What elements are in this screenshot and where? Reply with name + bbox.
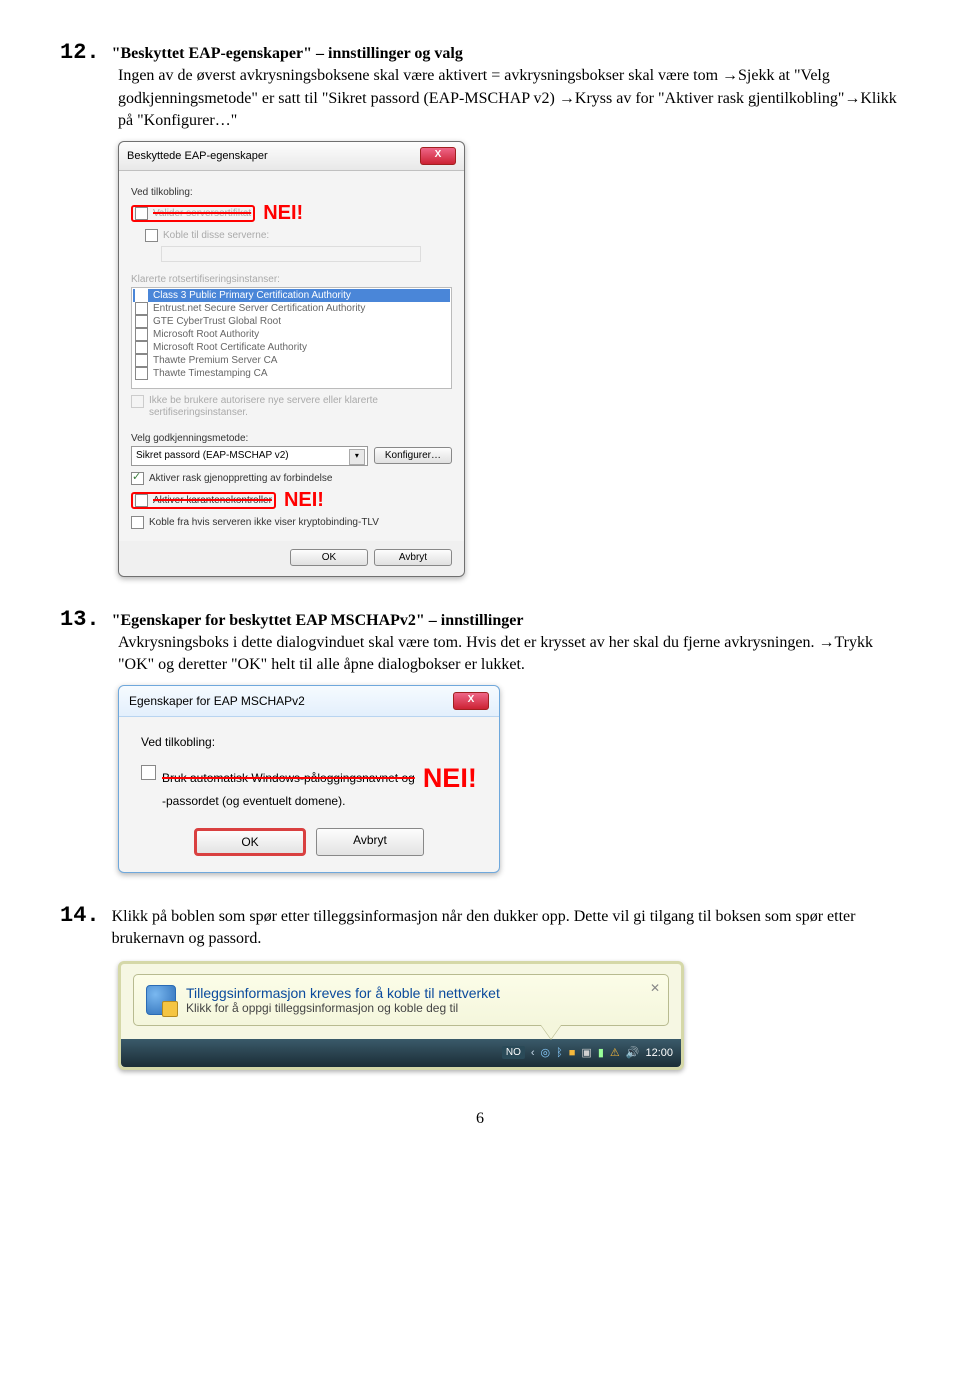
language-indicator[interactable]: NO xyxy=(502,1046,525,1059)
configure-button[interactable]: Konfigurer… xyxy=(374,447,452,464)
step-13-title: "Egenskaper for beskyttet EAP MSCHAPv2" … xyxy=(112,612,524,629)
nei-callout-2: NEI! xyxy=(284,489,324,512)
list-item: Microsoft Root Certificate Authority xyxy=(133,341,450,354)
notification-area: ✕ Tilleggsinformasjon kreves for å koble… xyxy=(118,961,684,1070)
auto-logon-label-line1: Bruk automatisk Windows-påloggingsnavnet… xyxy=(162,771,415,785)
network-icon[interactable]: ◎ xyxy=(541,1046,551,1060)
dialog2-title: Egenskaper for EAP MSCHAPv2 xyxy=(129,694,305,708)
volume-icon[interactable]: 🔊 xyxy=(626,1046,640,1060)
list-item: Thawte Premium Server CA xyxy=(133,354,450,367)
nei-callout-1: NEI! xyxy=(263,202,303,225)
taskbar: NO ‹ ◎ ᛒ ■ ▣ ▮ ⚠ 🔊 12:00 xyxy=(121,1039,681,1067)
dialog1-titlebar: Beskyttede EAP-egenskaper X xyxy=(119,142,464,171)
trusted-root-listbox[interactable]: Class 3 Public Primary Certification Aut… xyxy=(131,287,452,389)
wireless-icon[interactable]: ⚠ xyxy=(610,1046,620,1060)
page-number: 6 xyxy=(60,1110,900,1128)
dialog-mschapv2-properties: Egenskaper for EAP MSCHAPv2 X Ved tilkob… xyxy=(118,685,500,873)
quarantine-checkbox[interactable] xyxy=(135,494,148,507)
quarantine-label: Aktiver karantenekontroller xyxy=(153,495,272,506)
auto-windows-logon-checkbox[interactable] xyxy=(141,765,156,780)
cancel-button[interactable]: Avbryt xyxy=(316,828,424,856)
dialog-eap-properties: Beskyttede EAP-egenskaper X Ved tilkobli… xyxy=(118,141,465,577)
trusted-root-label: Klarerte rotsertifiseringsinstanser: xyxy=(131,274,452,285)
close-icon[interactable]: X xyxy=(420,147,456,165)
step-14-body: Klikk på boblen som spør etter tilleggsi… xyxy=(112,906,900,951)
dialog1-title: Beskyttede EAP-egenskaper xyxy=(127,150,268,162)
tray-icon[interactable]: ■ xyxy=(569,1046,576,1060)
dont-prompt-label: Ikke be brukere autorisere nye servere e… xyxy=(149,395,452,419)
cancel-button[interactable]: Avbryt xyxy=(374,549,452,566)
list-item: GTE CyberTrust Global Root xyxy=(133,315,450,328)
fast-reconnect-checkbox[interactable] xyxy=(131,472,144,485)
step-14: 14. Klikk på boblen som spør etter tille… xyxy=(60,903,900,1070)
cryptobinding-label: Koble fra hvis serveren ikke viser krypt… xyxy=(149,517,379,528)
validate-cert-label: Valider serversertifikat xyxy=(153,208,251,219)
auth-method-label: Velg godkjenningsmetode: xyxy=(131,433,452,444)
chevron-down-icon: ▾ xyxy=(349,449,365,465)
connect-servers-label: Koble til disse serverne: xyxy=(163,230,269,241)
list-item: Microsoft Root Authority xyxy=(133,328,450,341)
list-item: Class 3 Public Primary Certification Aut… xyxy=(133,289,450,302)
close-icon[interactable]: X xyxy=(453,692,489,710)
auto-logon-label-line2: -passordet (og eventuelt domene). xyxy=(162,794,477,808)
auth-method-dropdown[interactable]: Sikret passord (EAP-MSCHAP v2) ▾ xyxy=(131,446,368,466)
dont-prompt-checkbox[interactable] xyxy=(131,395,144,408)
ved-tilkobling-label: Ved tilkobling: xyxy=(131,187,452,198)
step-13: 13. "Egenskaper for beskyttet EAP MSCHAP… xyxy=(60,607,900,873)
step-number-14: 14. xyxy=(60,903,100,928)
balloon-tail xyxy=(541,1025,561,1039)
clock[interactable]: 12:00 xyxy=(645,1047,673,1059)
cryptobinding-checkbox[interactable] xyxy=(131,516,144,529)
balloon-subtitle: Klikk for å oppgi tilleggsinformasjon og… xyxy=(186,1001,500,1015)
validate-cert-checkbox[interactable] xyxy=(135,207,148,220)
ok-button[interactable]: OK xyxy=(194,828,306,856)
ved-tilkobling-label-2: Ved tilkobling: xyxy=(141,735,477,749)
battery-icon[interactable]: ▮ xyxy=(598,1046,604,1060)
bluetooth-icon[interactable]: ᛒ xyxy=(556,1046,563,1060)
notification-balloon[interactable]: ✕ Tilleggsinformasjon kreves for å koble… xyxy=(133,974,669,1026)
step-12-body: Ingen av de øverst avkrysningsboksene sk… xyxy=(118,65,900,132)
dialog2-titlebar: Egenskaper for EAP MSCHAPv2 X xyxy=(119,686,499,717)
servers-input[interactable] xyxy=(161,246,421,262)
step-13-body: Avkrysningsboks i dette dialogvinduet sk… xyxy=(118,632,900,677)
step-12: 12. "Beskyttet EAP-egenskaper" – innstil… xyxy=(60,40,900,577)
ok-button[interactable]: OK xyxy=(290,549,368,566)
step-number-12: 12. xyxy=(60,40,100,65)
chevron-left-icon[interactable]: ‹ xyxy=(531,1046,535,1060)
list-item: Entrust.net Secure Server Certification … xyxy=(133,302,450,315)
list-item: Thawte Timestamping CA xyxy=(133,367,450,380)
close-icon[interactable]: ✕ xyxy=(650,981,660,995)
shield-icon xyxy=(146,985,176,1015)
step-12-title: "Beskyttet EAP-egenskaper" – innstilling… xyxy=(112,45,463,62)
nei-callout-3: NEI! xyxy=(423,763,477,794)
fast-reconnect-label: Aktiver rask gjenoppretting av forbindel… xyxy=(149,473,332,484)
balloon-title: Tilleggsinformasjon kreves for å koble t… xyxy=(186,985,500,1001)
tray-icon[interactable]: ▣ xyxy=(581,1046,591,1060)
connect-servers-checkbox[interactable] xyxy=(145,229,158,242)
step-number-13: 13. xyxy=(60,607,100,632)
